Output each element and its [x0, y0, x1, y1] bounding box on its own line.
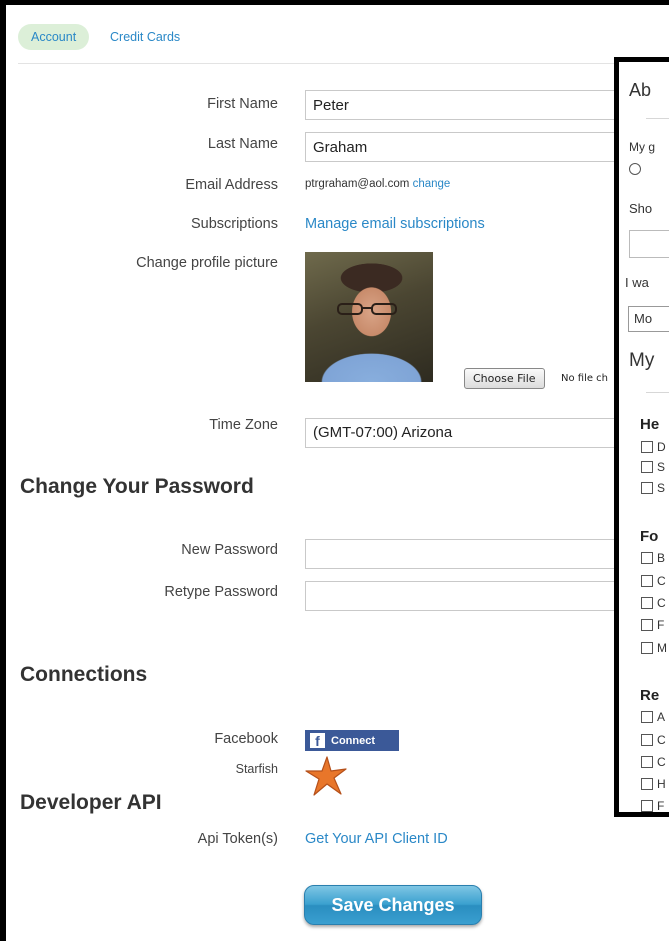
email-value-wrap: ptrgraham@aol.com change — [305, 178, 450, 190]
avatar-glasses-detail — [337, 303, 397, 315]
account-settings-page: Account Credit Cards First Name Last Nam… — [6, 5, 669, 941]
panel-checkbox[interactable] — [641, 441, 653, 453]
panel-checkbox[interactable] — [641, 642, 653, 654]
panel-checkbox[interactable] — [641, 575, 653, 587]
email-value: ptrgraham@aol.com — [305, 178, 410, 190]
panel-checkbox[interactable] — [641, 778, 653, 790]
panel-select[interactable]: Mo — [628, 306, 669, 332]
panel-checkbox[interactable] — [641, 734, 653, 746]
facebook-connect-button[interactable]: f Connect — [305, 730, 399, 751]
panel-title-divider — [646, 118, 669, 119]
change-password-heading: Change Your Password — [20, 475, 254, 498]
panel-checkbox-label: C — [657, 596, 666, 610]
manage-subscriptions-link[interactable]: Manage email subscriptions — [305, 216, 485, 232]
new-password-label: New Password — [181, 542, 278, 558]
panel-group-title: Re — [640, 687, 660, 704]
panel-group-title: Fo — [640, 528, 659, 545]
panel-checkbox[interactable] — [641, 756, 653, 768]
time-zone-label: Time Zone — [209, 417, 278, 433]
profile-picture-label: Change profile picture — [136, 255, 278, 271]
panel-text-input[interactable] — [629, 230, 669, 258]
panel-checkbox-label: S — [657, 481, 666, 495]
panel-checkbox-label: C — [657, 574, 666, 588]
first-name-label: First Name — [207, 96, 278, 112]
about-me-panel: Ab My g Sho I wa Mo My He D S S Fo B C C… — [614, 57, 669, 817]
panel-group-title: He — [640, 416, 660, 433]
panel-radio[interactable] — [629, 163, 641, 175]
facebook-f-icon: f — [310, 733, 325, 749]
connections-heading: Connections — [20, 663, 148, 686]
save-changes-button[interactable]: Save Changes — [304, 885, 482, 925]
no-file-chosen-text: No file ch — [561, 373, 609, 384]
email-change-link[interactable]: change — [413, 178, 451, 190]
panel-checkbox-label: C — [657, 733, 666, 747]
subscriptions-label: Subscriptions — [190, 216, 278, 232]
api-token-label: Api Token(s) — [197, 831, 278, 847]
facebook-connect-label: Connect — [331, 734, 375, 747]
panel-checkbox-label: H — [657, 777, 666, 791]
panel-checkbox[interactable] — [641, 482, 653, 494]
tab-account[interactable]: Account — [18, 24, 90, 50]
panel-checkbox-label: F — [657, 618, 665, 632]
panel-checkbox[interactable] — [641, 619, 653, 631]
panel-checkbox[interactable] — [641, 597, 653, 609]
developer-api-heading: Developer API — [20, 791, 162, 814]
panel-line-want: I wa — [625, 275, 649, 290]
starfish-label: Starfish — [235, 762, 278, 776]
panel-checkbox-label: C — [657, 755, 666, 769]
panel-line-gender: My g — [629, 140, 656, 154]
panel-checkbox[interactable] — [641, 461, 653, 473]
panel-title: Ab — [629, 80, 652, 100]
email-label: Email Address — [185, 177, 278, 193]
panel-section-title: My — [629, 350, 655, 371]
panel-line-show: Sho — [629, 201, 653, 216]
panel-checkbox-label: B — [657, 551, 666, 565]
tab-divider — [18, 63, 669, 64]
panel-checkbox-label: M — [657, 641, 667, 655]
panel-checkbox-label: A — [657, 710, 666, 724]
retype-password-label: Retype Password — [164, 584, 278, 600]
panel-checkbox-label: S — [657, 460, 666, 474]
tab-credit-cards[interactable]: Credit Cards — [110, 24, 180, 50]
panel-checkbox[interactable] — [641, 800, 653, 812]
panel-section-divider — [646, 392, 669, 393]
panel-checkbox[interactable] — [641, 711, 653, 723]
tab-bar: Account Credit Cards — [6, 5, 669, 65]
get-api-client-id-link[interactable]: Get Your API Client ID — [305, 831, 448, 847]
last-name-label: Last Name — [207, 136, 278, 152]
panel-checkbox-label: D — [657, 440, 666, 454]
panel-checkbox-label: F — [657, 799, 665, 813]
choose-file-button[interactable]: Choose File — [464, 368, 545, 389]
facebook-label: Facebook — [214, 731, 278, 747]
panel-checkbox[interactable] — [641, 552, 653, 564]
starfish-icon[interactable] — [305, 756, 347, 796]
profile-picture — [305, 252, 433, 382]
